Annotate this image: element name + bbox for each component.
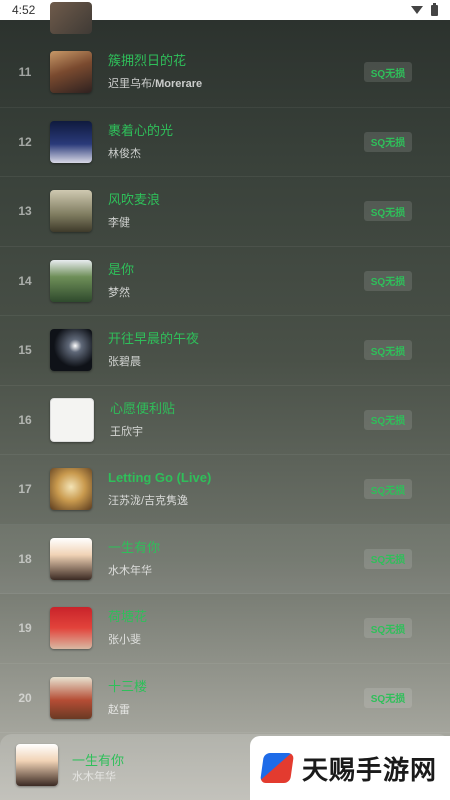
album-cover	[50, 676, 92, 719]
song-title: Letting Go (Live)	[108, 470, 212, 486]
song-row[interactable]: 17 Letting Go (Live) 汪苏泷/吉克隽逸 SQ无损	[0, 455, 450, 525]
song-title: 簇拥烈日的花	[108, 53, 187, 69]
now-playing-cover[interactable]	[16, 744, 58, 786]
quality-badge: SQ无损	[364, 687, 412, 708]
song-row[interactable]: 14 是你 梦然 SQ无损	[0, 247, 450, 316]
song-index: 19	[18, 621, 32, 636]
battery-icon	[431, 2, 438, 16]
song-title: 开往早晨的午夜	[108, 331, 200, 347]
song-row[interactable]: 12 裹着心的光 林俊杰 SQ无损	[0, 108, 450, 177]
quality-badge: SQ无损	[364, 548, 412, 569]
status-time: 4:52	[12, 3, 36, 17]
quality-badge: SQ无损	[364, 62, 412, 83]
quality-badge: SQ无损	[364, 409, 412, 430]
quality-badge: SQ无损	[364, 201, 412, 222]
song-index: 16	[18, 412, 32, 427]
album-cover	[50, 259, 92, 302]
song-artist: 李健	[108, 217, 130, 230]
song-artist: 梦然	[108, 286, 130, 299]
song-title: 是你	[108, 261, 135, 277]
song-artist: 迟里乌布/Morerare	[108, 78, 203, 91]
song-row[interactable]: 16 心愿便利贴 王欣宇 SQ无损	[0, 386, 450, 455]
watermark: 天赐手游网	[250, 736, 450, 800]
song-title: 一生有你	[108, 539, 161, 555]
song-artist: 水木年华	[108, 564, 152, 577]
song-artist: 张小斐	[108, 634, 141, 647]
album-cover	[50, 51, 92, 94]
song-artist: 张碧晨	[108, 356, 141, 369]
partial-row	[0, 2, 450, 38]
watermark-logo	[259, 753, 295, 783]
song-row[interactable]: 13 风吹麦浪 李健 SQ无损	[0, 177, 450, 247]
album-cover	[50, 537, 92, 580]
song-title: 心愿便利贴	[110, 400, 176, 416]
quality-badge: SQ无损	[364, 340, 412, 361]
song-title: 十三楼	[108, 678, 148, 694]
watermark-text: 天赐手游网	[302, 754, 438, 785]
song-row[interactable]: 11 簇拥烈日的花 迟里乌布/Morerare SQ无损	[0, 38, 450, 108]
quality-badge: SQ无损	[364, 131, 412, 152]
song-artist: 汪苏泷/吉克隽逸	[108, 495, 189, 508]
album-cover	[50, 329, 92, 372]
song-row[interactable]: 19 荷塘花 张小斐 SQ无损	[0, 594, 450, 664]
song-index: 14	[18, 273, 32, 288]
song-artist: 王欣宇	[110, 425, 143, 438]
song-title: 裹着心的光	[108, 122, 174, 138]
status-icons	[411, 2, 438, 16]
song-row[interactable]: 15 开往早晨的午夜 张碧晨 SQ无损	[0, 316, 450, 386]
now-playing-artist: 水木年华	[72, 771, 116, 783]
song-index: 11	[18, 65, 32, 80]
song-index: 15	[18, 343, 32, 358]
album-cover	[50, 190, 92, 233]
song-artist: 赵雷	[108, 703, 130, 716]
now-playing-title: 一生有你	[72, 753, 125, 768]
album-cover	[50, 468, 92, 511]
song-row-current[interactable]: 18 一生有你 水木年华 SQ无损	[0, 524, 450, 594]
quality-badge: SQ无损	[364, 618, 412, 639]
song-title: 风吹麦浪	[108, 192, 161, 208]
album-cover	[50, 607, 92, 650]
song-index: 18	[18, 551, 32, 566]
song-index: 17	[18, 482, 32, 497]
song-index: 13	[18, 204, 32, 219]
song-title: 荷塘花	[108, 609, 148, 625]
quality-badge: SQ无损	[364, 270, 412, 291]
song-index: 12	[18, 134, 32, 149]
album-cover	[50, 2, 92, 34]
album-cover	[50, 397, 94, 442]
quality-badge: SQ无损	[364, 479, 412, 500]
song-list: 11 簇拥烈日的花 迟里乌布/Morerare SQ无损 12 裹着心的光 林俊…	[0, 2, 450, 733]
song-artist: 林俊杰	[108, 147, 141, 160]
wifi-icon	[411, 6, 423, 14]
album-cover	[50, 120, 92, 163]
song-row[interactable]: 20 十三楼 赵雷 SQ无损	[0, 664, 450, 733]
song-index: 20	[18, 690, 32, 705]
